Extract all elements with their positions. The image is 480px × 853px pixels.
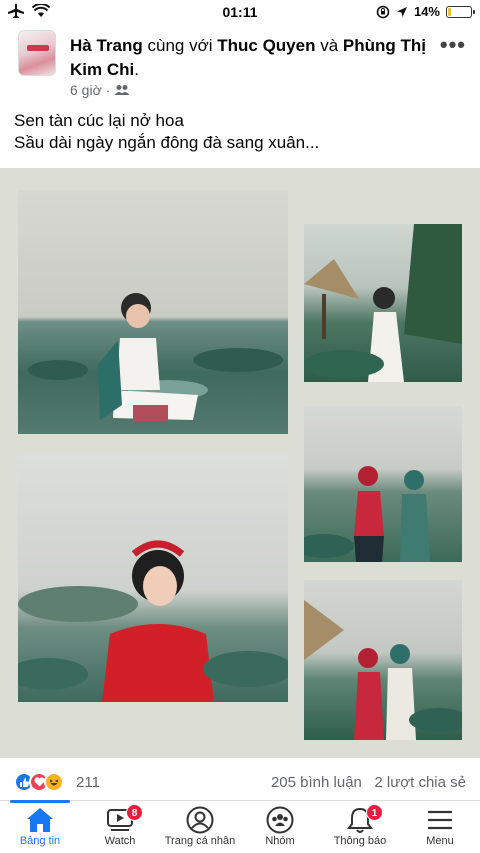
photo-2-figure bbox=[304, 224, 462, 382]
notifications-badge: 1 bbox=[366, 804, 383, 821]
post-meta: 6 giờ · bbox=[70, 82, 130, 98]
tagged-user-1[interactable]: Thuc Quyen bbox=[217, 36, 315, 55]
tab-news-feed[interactable]: Bảng tin bbox=[0, 800, 80, 847]
battery-fill bbox=[448, 7, 452, 16]
photo-5-figure bbox=[304, 600, 462, 740]
profile-icon bbox=[186, 806, 214, 834]
battery-percent: 14% bbox=[413, 4, 440, 19]
with-text: cùng với bbox=[147, 36, 213, 55]
caption-line-2: Sầu dài ngày ngắn đông đà sang xuân... bbox=[14, 133, 320, 152]
author-name[interactable]: Hà Trang bbox=[70, 36, 143, 55]
home-icon bbox=[27, 808, 53, 832]
tab-menu[interactable]: Menu bbox=[400, 805, 480, 847]
photo-3[interactable] bbox=[304, 406, 462, 562]
friends-audience-icon bbox=[114, 85, 130, 95]
reaction-icons[interactable] bbox=[14, 772, 64, 792]
photo-5[interactable] bbox=[304, 580, 462, 740]
share-count[interactable]: 2 lượt chia sẻ bbox=[374, 774, 466, 791]
status-right: 14% bbox=[376, 4, 475, 19]
tab-watch[interactable]: 8 Watch bbox=[80, 804, 160, 847]
tab-label: Menu bbox=[426, 835, 454, 847]
more-options-button[interactable]: ••• bbox=[440, 32, 466, 58]
photo-collage bbox=[0, 168, 480, 758]
caption-line-1: Sen tàn cúc lại nở hoa bbox=[14, 111, 184, 130]
tab-label: Thông báo bbox=[333, 835, 387, 847]
comments-shares: 205 bình luận 2 lượt chia sẻ bbox=[271, 774, 466, 791]
rotation-lock-icon bbox=[376, 5, 390, 18]
tab-profile[interactable]: Trang cá nhân bbox=[160, 805, 240, 847]
photo-4-figure bbox=[18, 540, 288, 702]
tab-label: Watch bbox=[104, 835, 136, 847]
tab-label: Trang cá nhân bbox=[164, 835, 236, 847]
tab-groups[interactable]: Nhóm bbox=[240, 805, 320, 847]
photo-1[interactable] bbox=[18, 190, 288, 434]
photo-2[interactable] bbox=[304, 224, 462, 382]
reactions-bar: 211 205 bình luận 2 lượt chia sẻ bbox=[0, 768, 480, 798]
photo-1-figure bbox=[28, 293, 283, 421]
tab-notifications[interactable]: 1 Thông báo bbox=[320, 804, 400, 847]
tab-label: Nhóm bbox=[265, 835, 295, 847]
post-header: Hà Trang cùng với Thuc Quyen và Phùng Th… bbox=[0, 24, 480, 104]
menu-icon bbox=[428, 810, 452, 830]
post-caption: Sen tàn cúc lại nở hoa Sầu dài ngày ngắn… bbox=[14, 110, 319, 154]
reaction-count[interactable]: 211 bbox=[76, 774, 100, 791]
photo-3-figure bbox=[304, 466, 430, 562]
meta-separator: · bbox=[105, 82, 111, 98]
period: . bbox=[134, 60, 139, 79]
post-time[interactable]: 6 giờ bbox=[70, 82, 102, 98]
comment-count[interactable]: 205 bình luận bbox=[271, 774, 362, 791]
bottom-tab-bar: Bảng tin 8 Watch Trang cá nhân Nhóm 1 Th… bbox=[0, 800, 480, 853]
battery-icon bbox=[446, 5, 475, 18]
location-icon bbox=[396, 6, 407, 17]
photo-4[interactable] bbox=[18, 454, 288, 702]
and-text: và bbox=[320, 36, 339, 55]
groups-icon bbox=[266, 806, 294, 834]
post-author-line: Hà Trang cùng với Thuc Quyen và Phùng Th… bbox=[70, 34, 430, 82]
tab-label: Bảng tin bbox=[19, 835, 61, 847]
watch-badge: 8 bbox=[126, 804, 143, 821]
haha-reaction-icon bbox=[44, 772, 64, 792]
status-bar: 01:11 14% bbox=[0, 0, 480, 24]
avatar[interactable] bbox=[18, 30, 56, 76]
